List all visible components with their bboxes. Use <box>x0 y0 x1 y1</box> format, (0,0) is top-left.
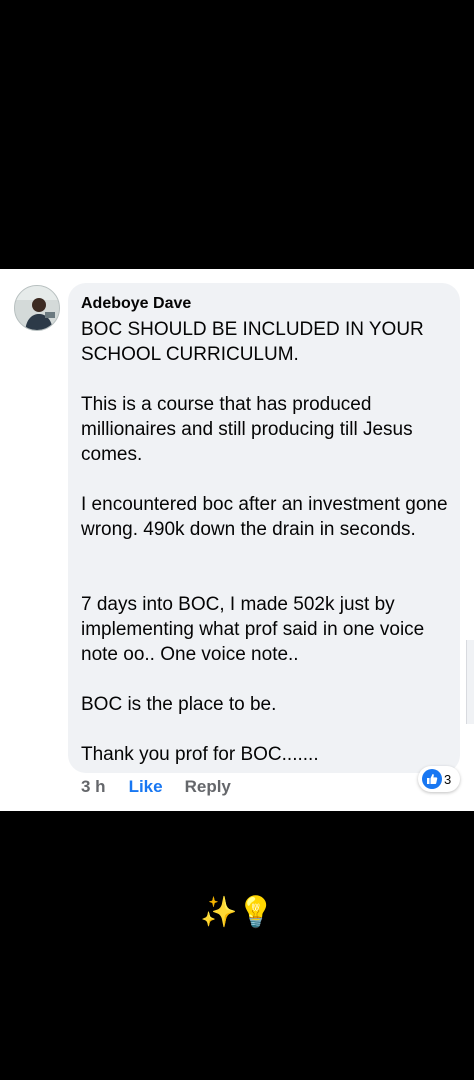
light-bulb-icon: 💡 <box>237 895 275 930</box>
reply-button[interactable]: Reply <box>185 777 231 797</box>
comment-paragraph: This is a course that has produced milli… <box>81 394 413 465</box>
scroll-edge <box>466 640 474 724</box>
avatar-photo <box>15 286 59 330</box>
caption-emojis: ✨💡 <box>200 896 275 930</box>
comment-paragraph: BOC SHOULD BE INCLUDED IN YOUR SCHOOL CU… <box>81 319 424 365</box>
like-button[interactable]: Like <box>129 777 163 797</box>
sparkles-icon: ✨ <box>200 895 238 930</box>
comment-paragraph: Thank you prof for BOC....... <box>81 744 319 765</box>
reaction-summary[interactable]: 3 <box>418 766 460 792</box>
top-black-area <box>0 0 474 269</box>
reaction-count: 3 <box>444 771 452 787</box>
avatar[interactable] <box>14 285 60 331</box>
comment-time: 3 h <box>81 777 106 796</box>
comment-paragraph: BOC is the place to be. <box>81 694 277 715</box>
comment-paragraph: I encountered boc after an investment go… <box>81 494 448 540</box>
comment-author[interactable]: Adeboye Dave <box>81 294 191 314</box>
comment-paragraph: 7 days into BOC, I made 502k just by imp… <box>81 594 425 665</box>
comment-actions: 3 h Like Reply <box>81 776 231 798</box>
thumbs-up-icon <box>422 769 442 789</box>
bottom-black-area <box>0 811 474 1080</box>
